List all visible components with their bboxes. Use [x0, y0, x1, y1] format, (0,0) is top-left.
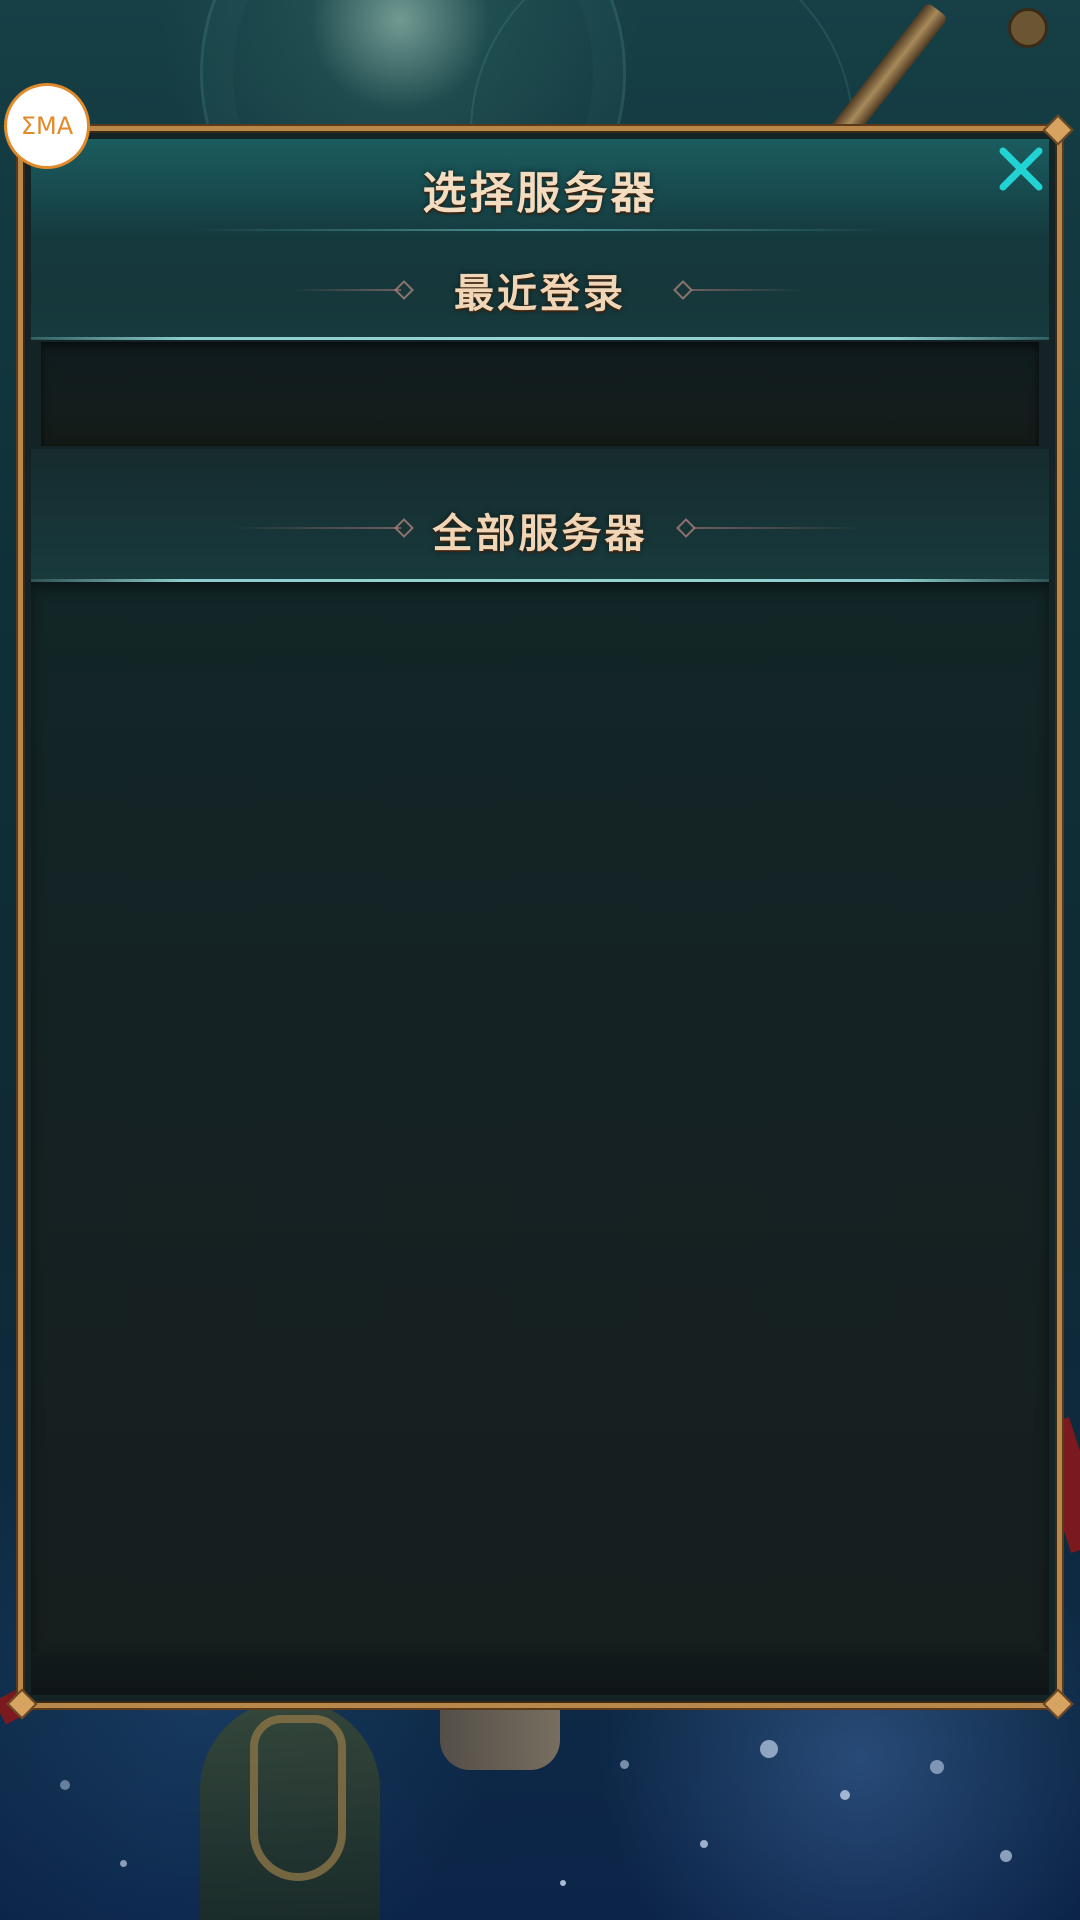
background-star [760, 1740, 778, 1758]
floating-assistant-button[interactable]: ΣMA [4, 83, 90, 169]
background-star [120, 1860, 127, 1867]
background-star [840, 1790, 850, 1800]
recent-section-divider [31, 337, 1049, 340]
background-star [560, 1880, 566, 1886]
all-server-list[interactable] [31, 582, 1049, 1651]
background-star [700, 1840, 708, 1848]
all-servers-label: 全部服务器 [432, 511, 648, 557]
header-divider [191, 229, 889, 231]
dialog-body: 选择服务器 最近登录 全部服务器 [31, 139, 1049, 1695]
recent-server-list[interactable] [41, 342, 1039, 446]
heading-flourish-right [693, 527, 863, 529]
all-servers-header: 全部服务器 [31, 449, 1049, 579]
background-star [620, 1760, 629, 1769]
background-star [60, 1780, 70, 1790]
server-select-dialog: 选择服务器 最近登录 全部服务器 [6, 114, 1074, 1720]
close-icon [999, 147, 1043, 191]
game-screen: ΣMA 选择服务器 最近登录 全部服务器 [0, 0, 1080, 1920]
background-star [1000, 1850, 1012, 1862]
background-star [930, 1760, 944, 1774]
background-character-ornament [250, 1715, 346, 1881]
close-button[interactable] [993, 141, 1049, 197]
dialog-footer [31, 1651, 1049, 1695]
recent-login-header: 最近登录 [31, 239, 1049, 339]
background-sword-pommel [1008, 8, 1048, 48]
dialog-title: 选择服务器 [422, 168, 658, 219]
background-character-boot [440, 1700, 560, 1770]
ema-logo-icon: ΣMA [21, 112, 74, 140]
dialog-header: 选择服务器 [31, 139, 1049, 239]
heading-flourish-right [691, 289, 801, 291]
logo-text: ΣMA [21, 112, 74, 140]
recent-login-label: 最近登录 [454, 271, 626, 317]
